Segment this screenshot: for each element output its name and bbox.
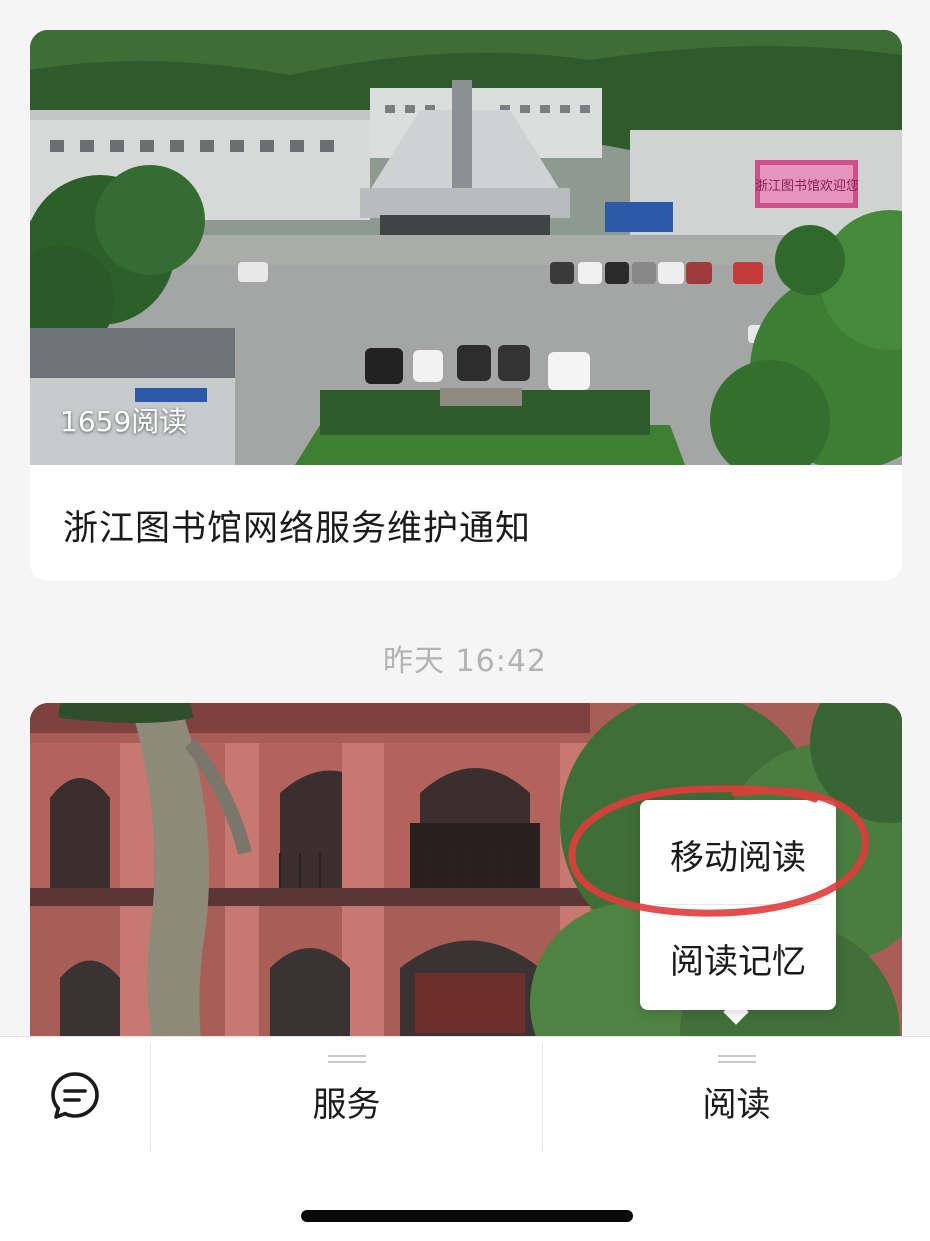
menu-item-services[interactable]: 服务 [151,1037,542,1155]
article-card-1[interactable]: 浙江图书馆欢迎您 1659阅读 浙江图书馆网络服务维护通知 [30,30,902,581]
submenu-item-reading-memory[interactable]: 阅读记忆 [640,934,836,983]
home-indicator[interactable] [301,1210,633,1222]
reading-submenu-popup: 移动阅读 阅读记忆 [640,800,836,1010]
message-timestamp: 昨天 16:42 [383,644,547,679]
read-count: 1659阅读 [60,405,188,438]
submenu-item-mobile-reading[interactable]: 移动阅读 [640,830,836,879]
menu-item-label: 阅读 [702,1085,771,1125]
submenu-divider [654,904,822,905]
switch-to-keyboard-button[interactable] [0,1037,150,1155]
article-title[interactable]: 浙江图书馆网络服务维护通知 [63,500,531,551]
submenu-indicator-icon [327,1055,366,1063]
banner-text: 浙江图书馆欢迎您 [755,178,859,194]
chat-bubble-icon [51,1072,99,1119]
menu-item-label: 服务 [312,1085,381,1125]
menu-item-reading[interactable]: 阅读 [543,1037,930,1155]
submenu-indicator-icon [717,1055,756,1063]
